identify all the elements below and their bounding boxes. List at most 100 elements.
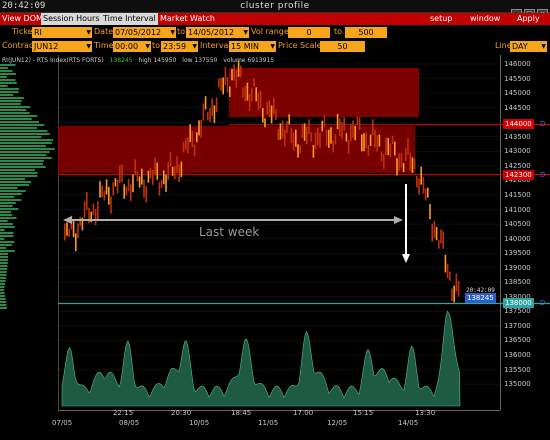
marker-d-lower: D bbox=[540, 299, 546, 307]
line-select[interactable]: DAY ▼ bbox=[510, 41, 547, 52]
price-cluster bbox=[292, 132, 295, 151]
y-tick-label: 145000 bbox=[504, 89, 531, 98]
y-tick-label: 135500 bbox=[504, 365, 531, 374]
window-menu[interactable]: window bbox=[470, 13, 500, 25]
price-cluster bbox=[394, 141, 396, 156]
price-cluster bbox=[127, 178, 130, 192]
tab-market-watch[interactable]: Market Watch bbox=[158, 13, 217, 25]
profile-bar bbox=[0, 97, 24, 99]
price-cluster bbox=[83, 201, 86, 219]
y-tick-label: 135000 bbox=[504, 380, 531, 389]
time-to-field[interactable]: 23:59 ▼ bbox=[161, 41, 198, 52]
last-week-label: Last week bbox=[199, 225, 260, 239]
price-cluster bbox=[442, 231, 444, 249]
price-cluster bbox=[132, 174, 134, 193]
price-cluster bbox=[211, 98, 213, 116]
profile-bar bbox=[0, 286, 5, 288]
price-cluster bbox=[79, 216, 81, 226]
profile-bar bbox=[0, 187, 18, 189]
chart-info: RI(JUN12) - RTS Index(RTS FORTS) 138245 … bbox=[2, 57, 275, 64]
price-cluster bbox=[180, 161, 183, 178]
price-cluster bbox=[253, 77, 255, 87]
price-cluster bbox=[341, 121, 343, 140]
profile-bar bbox=[0, 106, 31, 108]
ticker-select[interactable]: RI ▼ bbox=[32, 27, 92, 38]
tab-view-dom[interactable]: View DOM bbox=[0, 13, 45, 25]
price-cluster bbox=[424, 188, 427, 201]
price-cluster bbox=[220, 78, 222, 91]
price-cluster bbox=[105, 179, 108, 195]
profile-bar bbox=[0, 226, 15, 228]
vol-from-field[interactable]: 0 bbox=[288, 27, 330, 38]
contract-select[interactable]: JUN12 ▼ bbox=[32, 41, 92, 52]
profile-bar bbox=[0, 235, 14, 237]
profile-bar bbox=[0, 214, 13, 216]
tab-session-hours[interactable]: Session Hours bbox=[41, 13, 102, 25]
time-from-field[interactable]: 00:00 ▼ bbox=[113, 41, 151, 52]
price-cluster bbox=[325, 129, 328, 146]
profile-bar bbox=[0, 229, 5, 231]
profile-bar bbox=[0, 118, 32, 120]
y-tick-label: 143000 bbox=[504, 147, 531, 156]
profile-bar bbox=[0, 247, 7, 249]
profile-bar bbox=[0, 133, 50, 135]
y-tick-label: 137000 bbox=[504, 321, 531, 330]
price-cluster bbox=[152, 169, 154, 185]
params-row-1: Ticker RI ▼ Date 07/05/2012 ▼ to 14/05/201… bbox=[0, 25, 550, 39]
date-to-field[interactable]: 14/05/2012 ▼ bbox=[186, 27, 249, 38]
profile-bar bbox=[0, 145, 46, 147]
price-cluster bbox=[143, 179, 145, 198]
profile-bar bbox=[0, 241, 15, 243]
price-cluster bbox=[453, 285, 455, 303]
price-cluster bbox=[119, 165, 121, 183]
price-cluster bbox=[136, 170, 139, 182]
params-row-2: Contract JUN12 ▼ Time 00:00 ▼ to 23:59 ▼ In… bbox=[0, 39, 550, 53]
profile-bar bbox=[0, 283, 6, 285]
cluster-chart[interactable] bbox=[0, 55, 550, 440]
price-tag-middle: 142300 bbox=[503, 170, 534, 180]
date-from-field[interactable]: 07/05/2012 ▼ bbox=[113, 27, 176, 38]
price-cluster bbox=[319, 132, 321, 149]
price-scale-label: Price Scale bbox=[278, 41, 322, 50]
price-cluster bbox=[147, 170, 150, 183]
window-title: cluster profile bbox=[240, 1, 310, 11]
price-cluster bbox=[321, 120, 323, 132]
price-cluster bbox=[233, 64, 235, 81]
chevron-down-icon: ▼ bbox=[170, 29, 175, 36]
vol-to-field[interactable]: 500 bbox=[345, 27, 387, 38]
profile-bar bbox=[0, 169, 35, 171]
chevron-down-icon: ▼ bbox=[86, 43, 91, 50]
price-cluster bbox=[273, 98, 275, 114]
price-cluster bbox=[361, 134, 363, 152]
price-cluster bbox=[202, 103, 205, 121]
price-cluster bbox=[268, 100, 271, 117]
tab-time-interval[interactable]: Time Interval bbox=[101, 13, 158, 25]
price-cluster bbox=[332, 140, 334, 153]
price-cluster bbox=[299, 145, 301, 154]
x-date-label: 07/05 bbox=[52, 419, 73, 427]
apply-button[interactable]: Apply bbox=[517, 13, 540, 25]
price-cluster bbox=[77, 223, 79, 239]
price-cluster bbox=[94, 208, 97, 226]
setup-menu[interactable]: setup bbox=[430, 13, 452, 25]
profile-bar bbox=[0, 115, 38, 117]
price-scale-field[interactable]: 50 bbox=[320, 41, 365, 52]
price-cluster bbox=[365, 132, 367, 149]
price-cluster bbox=[160, 179, 163, 188]
price-cluster bbox=[200, 119, 202, 138]
price-cluster bbox=[178, 164, 180, 183]
profile-bar bbox=[0, 160, 44, 162]
x-date-label: 11/05 bbox=[258, 419, 279, 427]
price-cluster bbox=[110, 196, 112, 214]
price-cluster bbox=[440, 229, 442, 244]
profile-bar bbox=[0, 85, 8, 87]
profile-bar bbox=[0, 205, 13, 207]
profile-bar bbox=[0, 76, 7, 78]
profile-bar bbox=[0, 268, 8, 270]
price-cluster bbox=[191, 130, 194, 148]
price-cluster bbox=[235, 69, 238, 88]
chevron-down-icon: ▼ bbox=[86, 29, 91, 36]
price-cluster bbox=[108, 186, 110, 205]
price-cluster bbox=[270, 105, 273, 124]
interval-select[interactable]: 15 MIN ▼ bbox=[229, 41, 276, 52]
